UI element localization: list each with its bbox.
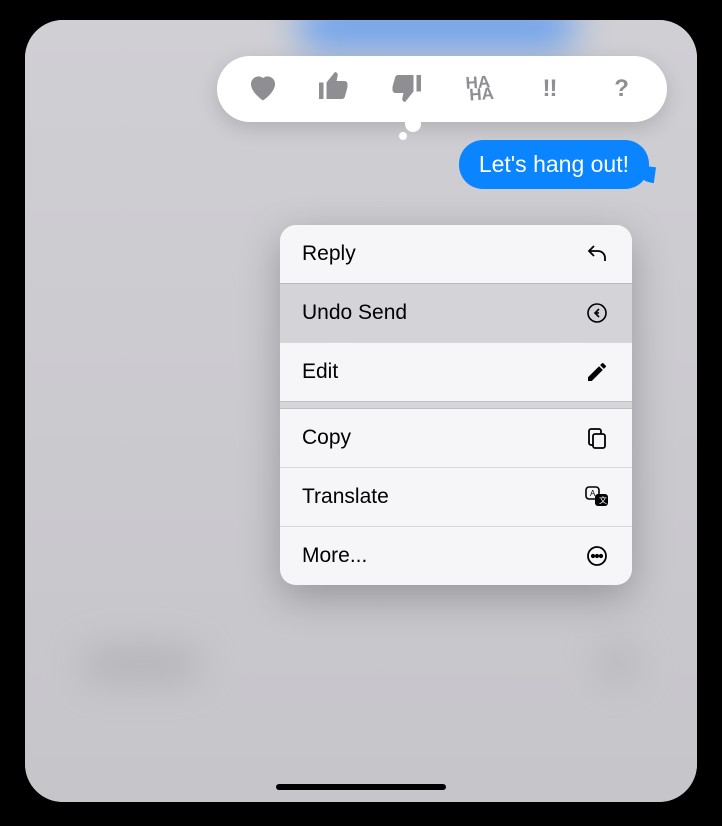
device-frame: HA HA !! ? Let's hang out! Reply bbox=[11, 6, 711, 816]
more-icon bbox=[584, 543, 610, 569]
translate-icon: A文 bbox=[584, 484, 610, 510]
tapback-exclaim[interactable]: !! bbox=[521, 61, 577, 117]
menu-label: More... bbox=[302, 544, 367, 568]
message-text: Let's hang out! bbox=[479, 151, 629, 177]
heart-icon bbox=[245, 69, 281, 110]
menu-label: Undo Send bbox=[302, 301, 407, 325]
tapback-heart[interactable] bbox=[235, 61, 291, 117]
tapback-thumbs-up[interactable] bbox=[306, 61, 362, 117]
bg-blob bbox=[599, 644, 637, 682]
menu-more[interactable]: More... bbox=[280, 526, 632, 585]
question-icon: ? bbox=[614, 75, 628, 103]
pencil-icon bbox=[584, 359, 610, 385]
bg-blob bbox=[81, 646, 201, 682]
menu-label: Copy bbox=[302, 426, 351, 450]
menu-label: Reply bbox=[302, 242, 356, 266]
menu-translate[interactable]: Translate A文 bbox=[280, 467, 632, 526]
reply-icon bbox=[584, 241, 610, 267]
tapback-thumbs-down[interactable] bbox=[378, 61, 434, 117]
tapback-tail bbox=[399, 132, 407, 140]
svg-text:文: 文 bbox=[599, 495, 607, 505]
menu-undo-send[interactable]: Undo Send bbox=[280, 283, 632, 342]
exclamation-icon: !! bbox=[542, 75, 556, 103]
screen: HA HA !! ? Let's hang out! Reply bbox=[25, 20, 697, 802]
sent-message-bubble[interactable]: Let's hang out! bbox=[459, 140, 649, 189]
bg-blob bbox=[297, 20, 577, 50]
menu-label: Edit bbox=[302, 360, 338, 384]
home-indicator[interactable] bbox=[276, 784, 446, 790]
menu-separator bbox=[280, 401, 632, 409]
copy-icon bbox=[584, 425, 610, 451]
haha-icon: HA HA bbox=[462, 76, 494, 102]
tapback-tail bbox=[405, 116, 421, 132]
tapback-question[interactable]: ? bbox=[593, 61, 649, 117]
tapback-haha[interactable]: HA HA bbox=[450, 61, 506, 117]
tapback-bar: HA HA !! ? bbox=[217, 56, 667, 122]
thumbs-up-icon bbox=[316, 69, 352, 110]
menu-label: Translate bbox=[302, 485, 389, 509]
menu-edit[interactable]: Edit bbox=[280, 342, 632, 401]
menu-copy[interactable]: Copy bbox=[280, 409, 632, 467]
thumbs-down-icon bbox=[388, 69, 424, 110]
context-menu: Reply Undo Send Edit Copy bbox=[280, 225, 632, 585]
menu-reply[interactable]: Reply bbox=[280, 225, 632, 283]
undo-icon bbox=[584, 300, 610, 326]
